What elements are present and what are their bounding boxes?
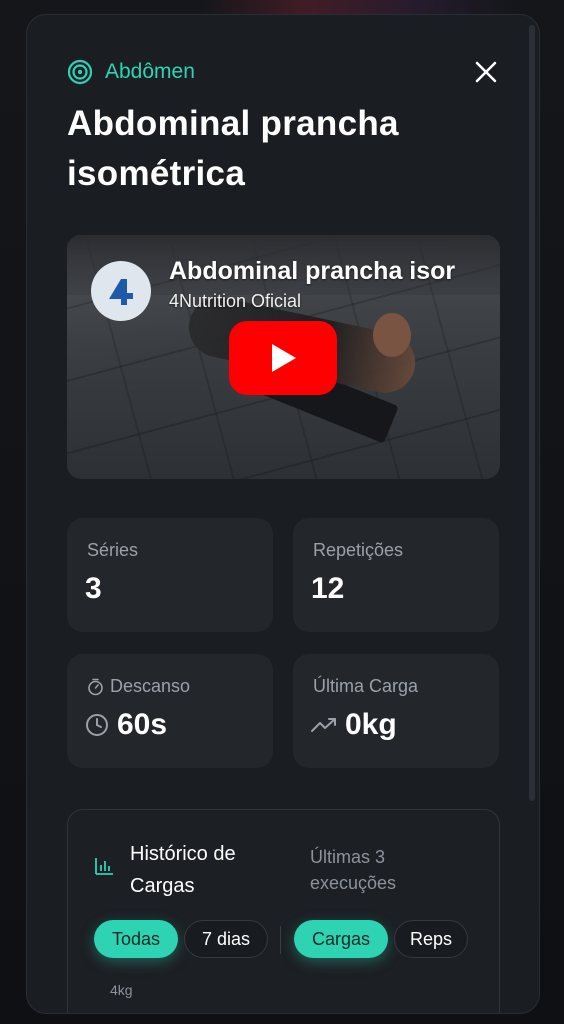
- close-icon: [475, 61, 497, 83]
- backdrop-glow: [200, 0, 520, 14]
- metric-reps-button[interactable]: Reps: [394, 920, 468, 958]
- category-label: Abdômen: [105, 60, 195, 83]
- thumbnail-head: [373, 313, 411, 357]
- stat-value-row: 60s: [85, 708, 167, 742]
- stat-card-rest: Descanso 60s: [67, 654, 273, 768]
- close-button[interactable]: [473, 59, 499, 85]
- stat-label: Repetições: [313, 540, 404, 560]
- chart-y-tick: 4kg: [110, 982, 133, 998]
- target-icon: [67, 59, 93, 85]
- filter-7-days-button[interactable]: 7 dias: [184, 920, 268, 958]
- filter-all-button[interactable]: Todas: [94, 920, 178, 958]
- clock-icon: [86, 714, 108, 736]
- stat-label: Última Carga: [313, 676, 419, 696]
- channel-logo-icon: [109, 279, 133, 305]
- stat-value-row: 0kg: [311, 708, 397, 742]
- scrollbar[interactable]: [529, 25, 535, 801]
- timer-icon: [88, 678, 103, 695]
- stat-label: Descanso: [110, 676, 191, 696]
- video-title[interactable]: Abdominal prancha isor: [169, 257, 489, 286]
- stat-card-series: Séries 3: [67, 518, 273, 632]
- metric-loads-button[interactable]: Cargas: [294, 920, 388, 958]
- stat-card-reps: Repetições 12: [293, 518, 499, 632]
- stat-value: 60s: [117, 708, 168, 741]
- category-header: Abdômen: [67, 59, 195, 85]
- play-button[interactable]: [229, 321, 337, 395]
- stat-label: Séries: [87, 540, 139, 560]
- stat-label-row: Descanso: [87, 676, 190, 697]
- history-subtitle: Últimas 3 execuções: [310, 847, 397, 893]
- filter-divider: [280, 926, 281, 954]
- trending-up-icon: [311, 718, 336, 732]
- stat-value: 12: [311, 572, 345, 605]
- history-title: Histórico de Cargas: [130, 843, 236, 897]
- exercise-title: Abdominal prancha isométrica: [67, 104, 399, 193]
- video-channel[interactable]: 4Nutrition Oficial: [169, 291, 301, 312]
- load-history-card: Histórico de Cargas Últimas 3 execuções …: [67, 809, 500, 1013]
- play-icon: [272, 344, 296, 372]
- video-player[interactable]: Abdominal prancha isor 4Nutrition Oficia…: [67, 235, 500, 479]
- exercise-modal: Abdômen Abdominal prancha isométrica Abd…: [26, 14, 540, 1014]
- stat-value: 3: [85, 572, 102, 605]
- stat-card-last-load: Última Carga 0kg: [293, 654, 499, 768]
- bar-chart-icon: [95, 858, 113, 875]
- stat-value: 0kg: [345, 708, 397, 741]
- channel-avatar[interactable]: [91, 261, 151, 321]
